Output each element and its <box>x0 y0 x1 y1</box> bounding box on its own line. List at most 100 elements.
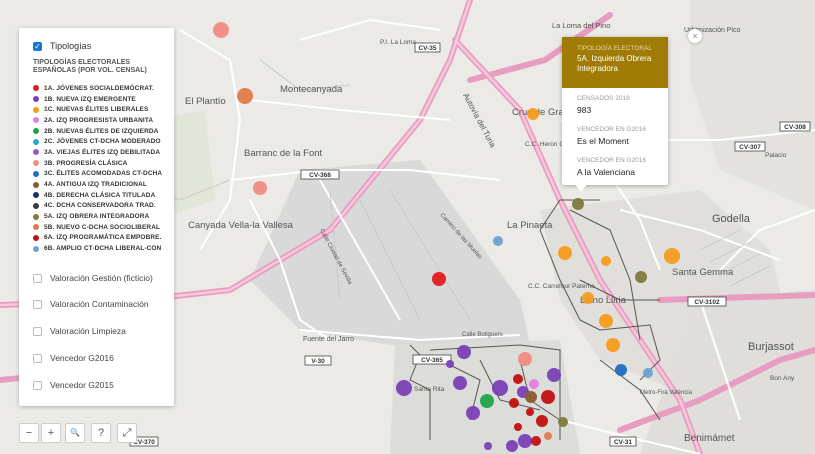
map-point[interactable] <box>599 314 613 328</box>
layer-label: Tipologías <box>50 41 92 51</box>
popup-census-value: 983 <box>577 105 592 115</box>
place-label: Barranc de la Font <box>244 148 323 159</box>
checkbox-icon[interactable] <box>33 380 42 390</box>
layer-toggle-limpieza[interactable]: Valoración Limpieza <box>33 326 126 336</box>
map-point[interactable] <box>509 398 519 408</box>
map-point[interactable] <box>518 434 532 448</box>
map-point[interactable] <box>513 374 523 384</box>
legend-swatch <box>33 160 39 167</box>
place-label: Canyada Vella-la Vallesa <box>188 220 294 231</box>
legend-item: 6A. IZQ PROGRAMÁTICA EMPOBRE. <box>33 233 162 244</box>
map-point[interactable] <box>457 345 471 359</box>
map-point[interactable] <box>237 88 253 104</box>
map-point[interactable] <box>547 368 561 382</box>
map-point[interactable] <box>514 423 522 431</box>
map-point[interactable] <box>572 198 584 210</box>
checkbox-icon[interactable] <box>33 299 42 309</box>
legend-item: 1C. NUEVAS ÉLITES LIBERALES <box>33 104 162 115</box>
legend-item: 5B. NUEVO C-DCHA SOCIOLIBERAL <box>33 222 162 233</box>
help-button[interactable]: ? <box>91 423 111 443</box>
zoom-out-button[interactable]: − <box>19 423 39 443</box>
map-point[interactable] <box>531 436 541 446</box>
map-point[interactable] <box>518 352 532 366</box>
layer-toggle-g2015[interactable]: Vencedor G2015 <box>33 380 114 390</box>
checkbox-icon[interactable] <box>33 353 42 363</box>
map-point[interactable] <box>664 248 680 264</box>
road-shield-label: CV-368 <box>309 172 331 179</box>
map-point[interactable] <box>506 440 518 452</box>
map-point[interactable] <box>635 271 647 283</box>
road-shield-label: CV-307 <box>739 144 761 151</box>
map-point[interactable] <box>213 22 229 38</box>
legend-swatch <box>33 96 39 103</box>
road-shield-label: CV-365 <box>421 357 443 364</box>
map-point[interactable] <box>643 368 653 378</box>
fullscreen-button[interactable]: ⤢ <box>117 423 137 443</box>
map-point[interactable] <box>466 406 480 420</box>
search-button[interactable]: 🔍 <box>65 423 85 443</box>
road-shield-label: CV-35 <box>418 45 436 52</box>
place-label: Bon Any <box>770 375 795 382</box>
place-label: Palacio <box>765 152 787 159</box>
legend-item: 3A. VIEJAS ÉLITES IZQ DEBILITADA <box>33 147 162 158</box>
map-point[interactable] <box>615 364 627 376</box>
layers-panel: ✓ Tipologías TIPOLOGÍAS ELECTORALES ESPA… <box>19 28 174 406</box>
legend-label: 5A. IZQ OBRERA INTEGRADORA <box>44 213 150 221</box>
map-point[interactable] <box>453 376 467 390</box>
layer-toggle-g2016[interactable]: Vencedor G2016 <box>33 353 114 363</box>
map-point[interactable] <box>492 380 508 396</box>
map-point[interactable] <box>396 380 412 396</box>
legend-item: 1B. NUEVA IZQ EMERGENTE <box>33 94 162 105</box>
map-point[interactable] <box>432 272 446 286</box>
map-point[interactable] <box>493 236 503 246</box>
map-point[interactable] <box>525 391 537 403</box>
map-point[interactable] <box>526 408 534 416</box>
layer-toggle-tipologias[interactable]: ✓ Tipologías <box>33 41 91 51</box>
legend-label: 4C. DCHA CONSERVADORA TRAD. <box>44 202 156 210</box>
place-label: C.C. Carrefour Paterna <box>528 283 595 290</box>
map-point[interactable] <box>601 256 611 266</box>
place-label: Santa Rita <box>414 386 445 393</box>
map-point[interactable] <box>582 292 594 304</box>
road-shield-label: CV-31 <box>614 439 632 446</box>
map-point[interactable] <box>544 432 552 440</box>
checkbox-icon[interactable] <box>33 326 42 336</box>
popup-category-label: TIPOLOGÍA ELECTORAL <box>577 45 653 52</box>
popup-winner2015-value: A la Valenciana <box>577 167 635 177</box>
legend-swatch <box>33 106 39 113</box>
map-point[interactable] <box>536 415 548 427</box>
legend-label: 1C. NUEVAS ÉLITES LIBERALES <box>44 106 149 114</box>
legend-item: 5A. IZQ OBRERA INTEGRADORA <box>33 211 162 222</box>
popup-pointer <box>575 184 587 192</box>
map-point[interactable] <box>558 417 568 427</box>
legend-item: 3C. ÉLITES ACOMODADAS CT-DCHA <box>33 169 162 180</box>
map-point[interactable] <box>558 246 572 260</box>
layer-label: Vencedor G2016 <box>50 353 114 363</box>
legend-label: 4B. DERECHA CLÁSICA TITULADA <box>44 191 156 199</box>
map-point[interactable] <box>484 442 492 450</box>
popup-close-button[interactable]: × <box>688 29 702 43</box>
map-point[interactable] <box>606 338 620 352</box>
map-point[interactable] <box>527 108 539 120</box>
legend-item: 6B. AMPLIO CT-DCHA LIBERAL-CON <box>33 243 162 254</box>
legend-swatch <box>33 85 39 92</box>
map-point[interactable] <box>446 360 454 368</box>
popup-winner2016-value: Es el Moment <box>577 136 629 146</box>
map-point[interactable] <box>480 394 494 408</box>
feature-popup: TIPOLOGÍA ELECTORAL 5A. Izquierda Obrera… <box>562 37 668 185</box>
layer-toggle-contaminacion[interactable]: Valoración Contaminación <box>33 299 149 309</box>
map-point[interactable] <box>529 379 539 389</box>
legend-swatch <box>33 213 39 220</box>
layer-toggle-gestion[interactable]: Valoración Gestión (ficticio) <box>33 273 153 283</box>
legend-swatch <box>33 170 39 177</box>
map-point[interactable] <box>541 390 555 404</box>
checkbox-checked-icon[interactable]: ✓ <box>33 41 42 51</box>
zoom-in-button[interactable]: + <box>41 423 61 443</box>
map-point[interactable] <box>253 181 267 195</box>
legend-swatch <box>33 128 39 135</box>
checkbox-icon[interactable] <box>33 273 42 283</box>
legend-label: 1A. JÓVENES SOCIALDEMÓCRAT. <box>44 84 154 92</box>
legend-title: TIPOLOGÍAS ELECTORALES ESPAÑOLAS (POR VO… <box>33 59 147 74</box>
popup-title: 5A. Izquierda Obrera Integradora <box>577 54 652 73</box>
legend-item: 1A. JÓVENES SOCIALDEMÓCRAT. <box>33 83 162 94</box>
